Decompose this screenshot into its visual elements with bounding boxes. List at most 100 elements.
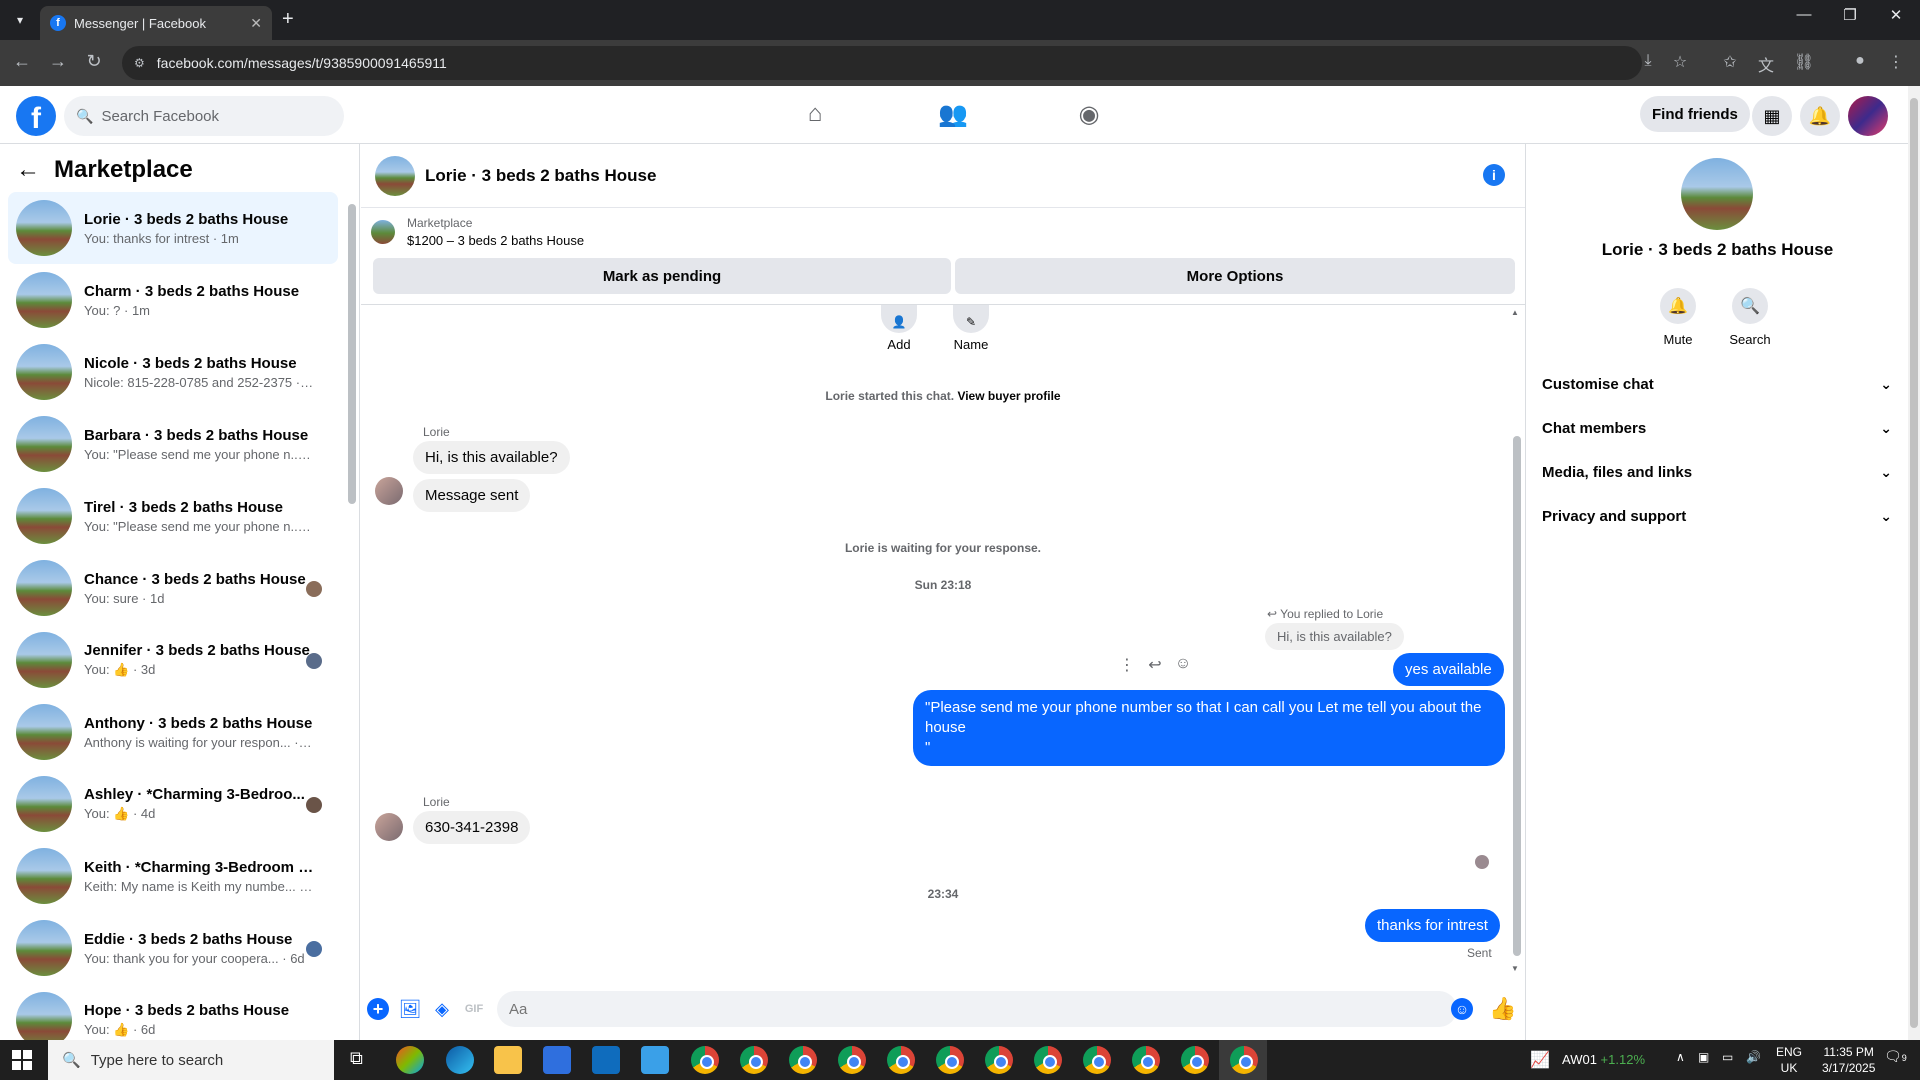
tray-icon[interactable]: ▣ xyxy=(1698,1050,1709,1064)
chat-thumbnail[interactable] xyxy=(375,155,415,196)
chrome-icon[interactable] xyxy=(740,1046,768,1074)
profile-icon[interactable]: ● xyxy=(1848,52,1872,70)
find-friends-button[interactable]: Find friends xyxy=(1640,96,1750,132)
conversation-item[interactable]: Anthony · 3 beds 2 baths House Anthony is… xyxy=(8,696,338,768)
chat-scrollbar[interactable] xyxy=(1513,436,1521,956)
menu-grid-icon[interactable]: ▦ xyxy=(1752,96,1792,136)
search-action[interactable]: 🔍 Search xyxy=(1720,288,1780,347)
chrome-icon[interactable] xyxy=(789,1046,817,1074)
taskbar-search-input[interactable]: 🔍 Type here to search xyxy=(48,1040,334,1080)
emoji-icon[interactable]: ☺ xyxy=(1451,998,1473,1020)
outlook-icon[interactable] xyxy=(592,1046,620,1074)
reply-arrow-icon[interactable]: ↩ xyxy=(1141,655,1169,675)
tab-search-icon[interactable]: ▾ xyxy=(8,8,32,32)
clock[interactable]: 11:35 PM 3/17/2025 xyxy=(1822,1044,1875,1076)
view-buyer-profile-link[interactable]: View buyer profile xyxy=(957,389,1060,403)
gif-icon[interactable]: GIF xyxy=(463,998,485,1020)
section-customise-chat[interactable]: Customise chat ⌄ xyxy=(1542,366,1892,402)
page-scrollbar-thumb[interactable] xyxy=(1910,98,1918,1028)
browser-tab[interactable]: f Messenger | Facebook ✕ xyxy=(40,6,272,40)
minimize-icon[interactable]: — xyxy=(1784,6,1824,23)
conversation-item[interactable]: Eddie · 3 beds 2 baths House You: thank y… xyxy=(8,912,338,984)
incoming-message[interactable]: 630-341-2398 xyxy=(413,811,531,844)
incoming-message[interactable]: Message sent xyxy=(413,479,531,512)
bookmark-star-icon[interactable]: ☆ xyxy=(1668,52,1692,72)
chrome-icon[interactable] xyxy=(985,1046,1013,1074)
conversation-item[interactable]: Chance · 3 beds 2 baths House You: sure ·… xyxy=(8,552,338,624)
mark-as-pending-button[interactable]: Mark as pending xyxy=(373,258,951,294)
app-icon[interactable] xyxy=(641,1046,669,1074)
outgoing-message[interactable]: thanks for intrest xyxy=(1365,909,1500,942)
conversation-item[interactable]: Barbara · 3 beds 2 baths House You: "Plea… xyxy=(8,408,338,480)
more-icon[interactable]: ⋮ xyxy=(1113,655,1141,675)
sender-avatar[interactable] xyxy=(375,813,403,841)
language-indicator[interactable]: ENG UK xyxy=(1776,1044,1802,1076)
chat-profile-picture[interactable] xyxy=(1681,158,1753,230)
message-input[interactable] xyxy=(497,991,1457,1027)
notification-center-icon[interactable]: 🗨9 xyxy=(1884,1048,1907,1065)
chrome-icon[interactable] xyxy=(838,1046,866,1074)
close-window-icon[interactable]: ✕ xyxy=(1876,6,1916,24)
add-action[interactable]: 👤 Add xyxy=(869,305,929,352)
translate-icon[interactable]: 文 xyxy=(1754,52,1778,76)
conversation-item[interactable]: Tirel · 3 beds 2 baths House You: "Please… xyxy=(8,480,338,552)
home-icon[interactable]: ⌂ xyxy=(795,100,835,130)
conversation-item[interactable]: Ashley · *Charming 3-Bedroo... You: 👍 · 4… xyxy=(8,768,338,840)
site-info-icon[interactable]: ⚙ xyxy=(134,56,145,70)
mute-action[interactable]: 🔔 Mute xyxy=(1648,288,1708,347)
store-icon[interactable] xyxy=(543,1046,571,1074)
windows-start-icon[interactable] xyxy=(12,1050,32,1070)
task-view-icon[interactable]: ⧉ xyxy=(350,1048,363,1069)
file-explorer-icon[interactable] xyxy=(494,1046,522,1074)
chrome-icon[interactable] xyxy=(887,1046,915,1074)
info-icon[interactable]: i xyxy=(1483,164,1505,186)
outgoing-message[interactable]: yes available xyxy=(1393,653,1504,686)
close-tab-icon[interactable]: ✕ xyxy=(250,15,262,32)
conversation-list-scrollbar[interactable] xyxy=(348,204,356,504)
page-scrollbar[interactable] xyxy=(1908,86,1920,1040)
reload-icon[interactable]: ↻ xyxy=(82,51,106,72)
restore-icon[interactable]: ❐ xyxy=(1830,6,1870,24)
notifications-bell-icon[interactable]: 🔔 xyxy=(1800,96,1840,136)
address-bar[interactable]: ⚙ facebook.com/messages/t/93859000914659… xyxy=(122,46,1642,80)
chrome-icon[interactable] xyxy=(1083,1046,1111,1074)
volume-icon[interactable]: 🔊 xyxy=(1746,1050,1761,1064)
conversation-item[interactable]: Nicole · 3 beds 2 baths House Nicole: 815… xyxy=(8,336,338,408)
tray-chevron-up-icon[interactable]: ∧ xyxy=(1676,1050,1685,1064)
bookmarks-icon[interactable]: ✩ xyxy=(1718,52,1742,72)
incoming-message[interactable]: Hi, is this available? xyxy=(413,441,570,474)
outgoing-message[interactable]: "Please send me your phone number so tha… xyxy=(913,690,1505,766)
edge-icon[interactable] xyxy=(446,1046,474,1074)
chat-title[interactable]: Lorie · 3 beds 2 baths House xyxy=(425,166,656,186)
sticker-icon[interactable]: ◈ xyxy=(431,998,453,1020)
groups-icon[interactable]: ◉ xyxy=(1069,100,1109,130)
facebook-search-input[interactable]: 🔍 Search Facebook xyxy=(64,96,344,136)
chrome-icon[interactable] xyxy=(1230,1046,1258,1074)
marketplace-listing-summary[interactable]: Marketplace $1200 – 3 beds 2 baths House xyxy=(371,216,584,248)
plus-icon[interactable]: + xyxy=(367,998,389,1020)
chrome-icon[interactable] xyxy=(1132,1046,1160,1074)
conversation-item[interactable]: Lorie · 3 beds 2 baths House You: thanks … xyxy=(8,192,338,264)
name-action[interactable]: ✎ Name xyxy=(941,305,1001,352)
thumbs-up-icon[interactable]: 👍 xyxy=(1489,996,1516,1022)
account-avatar[interactable] xyxy=(1848,96,1888,136)
chrome-icon[interactable] xyxy=(1034,1046,1062,1074)
conversation-item[interactable]: Charm · 3 beds 2 baths House You: ? · 1m xyxy=(8,264,338,336)
new-tab-icon[interactable]: + xyxy=(282,8,294,31)
sender-avatar[interactable] xyxy=(375,477,403,505)
back-arrow-icon[interactable]: ← xyxy=(16,156,40,184)
forward-icon[interactable]: → xyxy=(46,51,70,72)
section-privacy-support[interactable]: Privacy and support ⌄ xyxy=(1542,498,1892,534)
facebook-logo-icon[interactable]: f xyxy=(16,96,56,136)
quoted-message[interactable]: Hi, is this available? xyxy=(1265,623,1404,650)
chrome-icon[interactable] xyxy=(936,1046,964,1074)
react-emoji-icon[interactable]: ☺ xyxy=(1169,655,1197,675)
back-icon[interactable]: ← xyxy=(10,51,34,72)
install-app-icon[interactable]: ⤓ xyxy=(1636,52,1660,70)
stock-widget[interactable]: AW01 +1.12% xyxy=(1562,1052,1645,1067)
section-media-files-links[interactable]: Media, files and links ⌄ xyxy=(1542,454,1892,490)
chrome-icon[interactable] xyxy=(691,1046,719,1074)
section-chat-members[interactable]: Chat members ⌄ xyxy=(1542,410,1892,446)
attach-photo-icon[interactable]: 🖼 xyxy=(399,998,422,1020)
browser-menu-icon[interactable]: ⋮ xyxy=(1884,52,1908,72)
